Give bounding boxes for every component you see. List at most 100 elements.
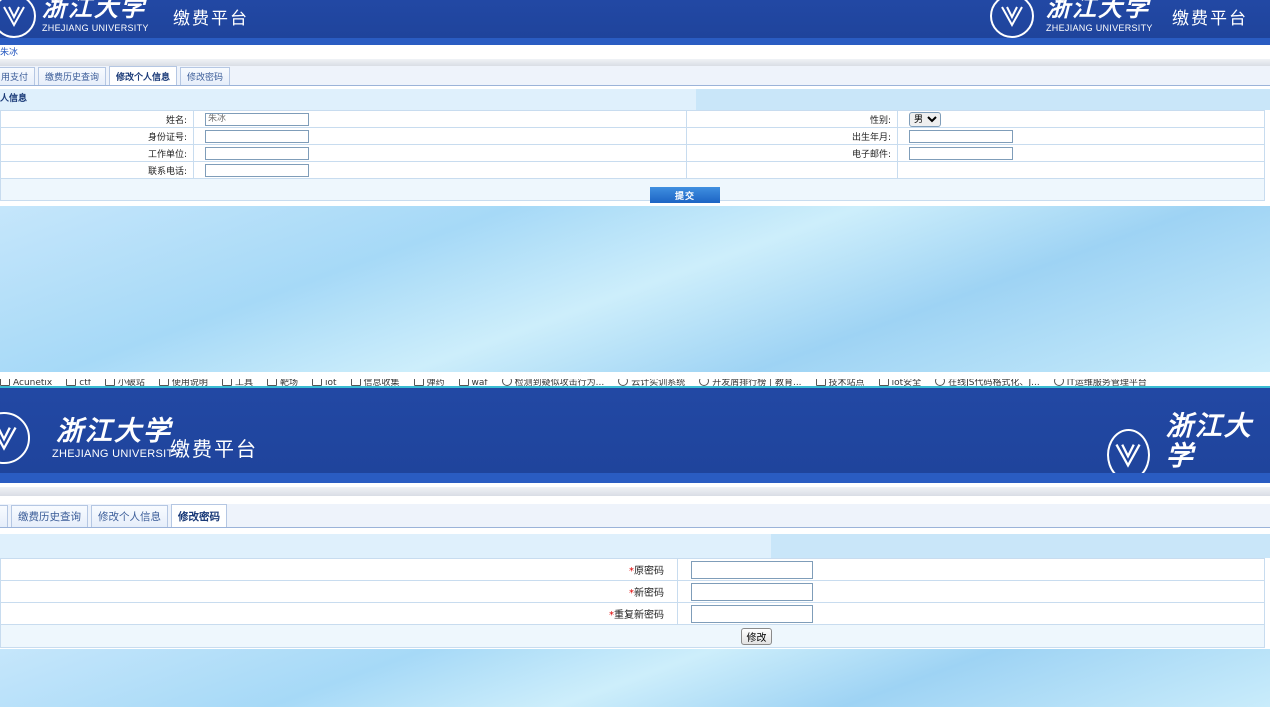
bookmark-label: 小破站 bbox=[117, 379, 145, 388]
bookmark-item[interactable]: 弹药 bbox=[413, 379, 445, 388]
gender-select[interactable]: 男 bbox=[909, 111, 941, 127]
work-unit-label: 工作单位: bbox=[0, 144, 194, 162]
password-form: *原密码 *新密码 *重复新密码 bbox=[0, 558, 1265, 648]
new-password-label: 新密码 bbox=[634, 588, 664, 599]
top-screenshot-pane: 浙江大学 ZHEJIANG UNIVERSITY 缴费平台 浙江大学 ZHEJI… bbox=[0, 0, 1270, 372]
divider-band bbox=[0, 487, 1270, 496]
id-number-label: 身份证号: bbox=[0, 127, 194, 145]
form-row: *重复新密码 bbox=[0, 602, 1265, 625]
folder-icon bbox=[66, 379, 77, 386]
bookmark-item[interactable]: Acunetix bbox=[0, 379, 53, 388]
folder-icon bbox=[311, 379, 322, 386]
bookmark-item[interactable]: 信息收集 bbox=[350, 379, 400, 388]
site-header: 浙江大学 ZHEJIANG UNIVERSITY 缴费平台 浙江大学 ZHEJI… bbox=[0, 0, 1270, 38]
bookmark-item[interactable]: iot bbox=[311, 379, 337, 388]
university-logo-right: 浙江大学 ZHEJIANG UNIVERSITY bbox=[990, 0, 1153, 38]
folder-icon bbox=[158, 379, 169, 386]
bookmark-item[interactable]: 在线JS代码格式化、J... bbox=[935, 379, 1040, 388]
id-number-input[interactable] bbox=[205, 129, 309, 143]
bookmark-label: 在线JS代码格式化、J... bbox=[948, 379, 1040, 388]
bookmark-label: 工具 bbox=[234, 379, 253, 388]
folder-icon bbox=[413, 379, 424, 386]
bookmark-item[interactable]: 使用说明 bbox=[158, 379, 208, 388]
site-header: 浙江大学 ZHEJIANG UNIVERSITY 缴费平台 浙江大学 ZHEJI… bbox=[0, 388, 1270, 497]
bookmark-label: Acunetix bbox=[13, 379, 53, 388]
name-cell bbox=[193, 110, 687, 128]
empty-label-cell bbox=[686, 161, 898, 179]
bookmark-item[interactable]: 技术站点 bbox=[815, 379, 865, 388]
section-header: 人信息 bbox=[0, 89, 1270, 110]
form-actions-row bbox=[0, 624, 1265, 648]
empty-field-cell bbox=[897, 161, 1265, 179]
bookmark-label: 信息收集 bbox=[363, 379, 400, 388]
repeat-password-input[interactable] bbox=[691, 604, 813, 623]
birth-label: 出生年月: bbox=[686, 127, 898, 145]
tab-edit-profile[interactable]: 修改个人信息 bbox=[109, 66, 178, 85]
background-panel bbox=[0, 206, 1270, 372]
id-number-cell bbox=[193, 127, 687, 145]
birth-cell bbox=[897, 127, 1265, 145]
email-cell bbox=[897, 144, 1265, 162]
bookmark-label: iot bbox=[324, 379, 337, 388]
bookmark-item[interactable]: 检测到疑似攻击行为... bbox=[501, 379, 604, 386]
bookmark-label: 弹药 bbox=[426, 379, 445, 388]
school-name-en: ZHEJIANG UNIVERSITY bbox=[1046, 22, 1153, 33]
school-name-cn: 浙江大学 bbox=[1165, 411, 1253, 472]
submit-button[interactable]: 提交 bbox=[650, 187, 720, 203]
university-logo-right: 浙江大学 ZHEJIANG UNIVERSITY bbox=[1107, 412, 1270, 497]
work-unit-cell bbox=[193, 144, 687, 162]
bookmark-item[interactable]: waf bbox=[458, 379, 488, 388]
university-seal-icon bbox=[0, 412, 30, 464]
bookmark-item[interactable]: 小破站 bbox=[104, 379, 145, 388]
bookmark-item[interactable]: 靶场 bbox=[266, 379, 298, 386]
bookmark-item[interactable]: ctf bbox=[66, 379, 91, 386]
tab-change-password[interactable]: 修改密码 bbox=[171, 504, 227, 527]
school-name-en: ZHEJIANG UNIVERSITY bbox=[52, 447, 182, 460]
bookmark-item[interactable]: 云计实训系统 bbox=[618, 379, 685, 386]
globe-icon bbox=[501, 379, 512, 386]
email-label: 电子邮件: bbox=[686, 144, 898, 162]
bookmark-item[interactable]: 工具 bbox=[221, 379, 253, 388]
name-input[interactable] bbox=[205, 112, 309, 126]
old-password-label: 原密码 bbox=[634, 566, 664, 577]
globe-icon bbox=[699, 379, 710, 386]
current-user: 朱冰 bbox=[0, 48, 19, 58]
phone-label: 联系电话: bbox=[0, 161, 194, 179]
bookmark-label: 开发屑排行榜 | 教育... bbox=[712, 379, 802, 388]
bookmark-item[interactable]: iot安全 bbox=[878, 379, 922, 388]
tab-partial[interactable] bbox=[0, 505, 8, 527]
change-password-button[interactable]: 修改 bbox=[741, 628, 772, 645]
tab-change-password[interactable]: 修改密码 bbox=[180, 67, 231, 85]
gender-label: 性别: bbox=[686, 110, 898, 128]
work-unit-input[interactable] bbox=[205, 146, 309, 160]
tab-bar: 缴费历史查询 修改个人信息 修改密码 bbox=[0, 504, 1270, 528]
university-logo: 浙江大学 ZHEJIANG UNIVERSITY bbox=[0, 0, 149, 38]
old-password-input[interactable] bbox=[691, 560, 813, 579]
section-header-accent bbox=[696, 89, 1270, 110]
tab-bar: 用支付 缴费历史查询 修改个人信息 修改密码 bbox=[0, 66, 1270, 86]
bookmark-item[interactable]: IT运维服务管理平台 bbox=[1053, 379, 1147, 386]
bookmark-label: waf bbox=[471, 379, 488, 388]
email-input[interactable] bbox=[909, 146, 1013, 160]
bookmark-label: 技术站点 bbox=[828, 379, 865, 388]
folder-icon bbox=[458, 379, 469, 386]
phone-input[interactable] bbox=[205, 163, 309, 177]
form-row: 姓名: 性别: 男 bbox=[0, 110, 1265, 128]
bookmark-label: 使用说明 bbox=[171, 379, 208, 388]
tab-edit-profile[interactable]: 修改个人信息 bbox=[91, 505, 168, 527]
bookmark-item[interactable]: 开发屑排行榜 | 教育... bbox=[699, 379, 802, 388]
folder-icon bbox=[221, 379, 232, 386]
platform-title: 缴费平台 bbox=[173, 9, 249, 29]
new-password-input[interactable] bbox=[691, 582, 813, 601]
bottom-screenshot-pane: 浙江大学 ZHEJIANG UNIVERSITY 缴费平台 浙江大学 ZHEJI… bbox=[0, 388, 1270, 707]
form-row: *原密码 bbox=[0, 558, 1265, 581]
birth-input[interactable] bbox=[909, 129, 1013, 143]
tab-payment-history[interactable]: 缴费历史查询 bbox=[38, 67, 107, 85]
bookmark-label: iot安全 bbox=[891, 379, 922, 388]
old-password-cell bbox=[677, 558, 1265, 581]
tab-payment[interactable]: 用支付 bbox=[0, 67, 36, 85]
tab-payment-history[interactable]: 缴费历史查询 bbox=[11, 505, 88, 527]
bookmarks-list: Acunetix ctf 小破站 使用说明 工具 靶场 iot 信息收集 弹药 waf 检测到疑似攻… bbox=[0, 379, 1270, 388]
globe-icon bbox=[618, 379, 629, 386]
form-row: 身份证号: 出生年月: bbox=[0, 127, 1265, 145]
